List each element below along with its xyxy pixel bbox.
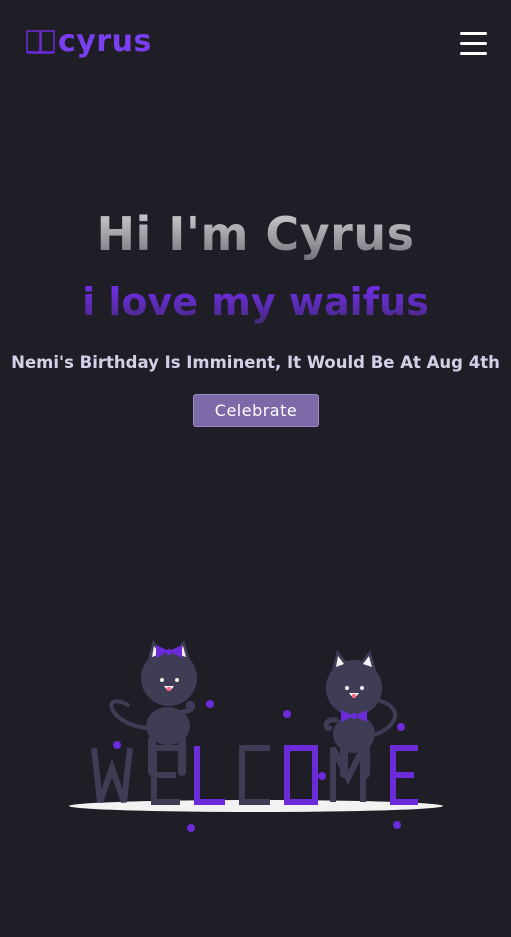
hamburger-menu-icon[interactable] <box>458 30 490 58</box>
birthday-announcement: Nemi's Birthday Is Imminent, It Would Be… <box>11 353 500 372</box>
welcome-letter-e <box>151 745 180 805</box>
logo[interactable]: cyrus <box>26 24 152 60</box>
welcome-letter-c <box>239 745 270 805</box>
welcome-letter-o <box>284 745 318 805</box>
hero-subtitle: i love my waifus <box>0 276 511 328</box>
hero-greeting: Hi I'm Cyrus <box>0 204 511 264</box>
logo-text: cyrus <box>58 24 152 59</box>
welcome-illustration <box>69 640 443 832</box>
open-book-icon <box>26 30 55 54</box>
welcome-letter-e2 <box>390 745 418 805</box>
navbar: cyrus <box>0 0 511 86</box>
welcome-letter-l <box>194 746 225 805</box>
welcome-letter-w <box>91 747 133 803</box>
celebrate-button[interactable]: Celebrate <box>193 394 319 427</box>
